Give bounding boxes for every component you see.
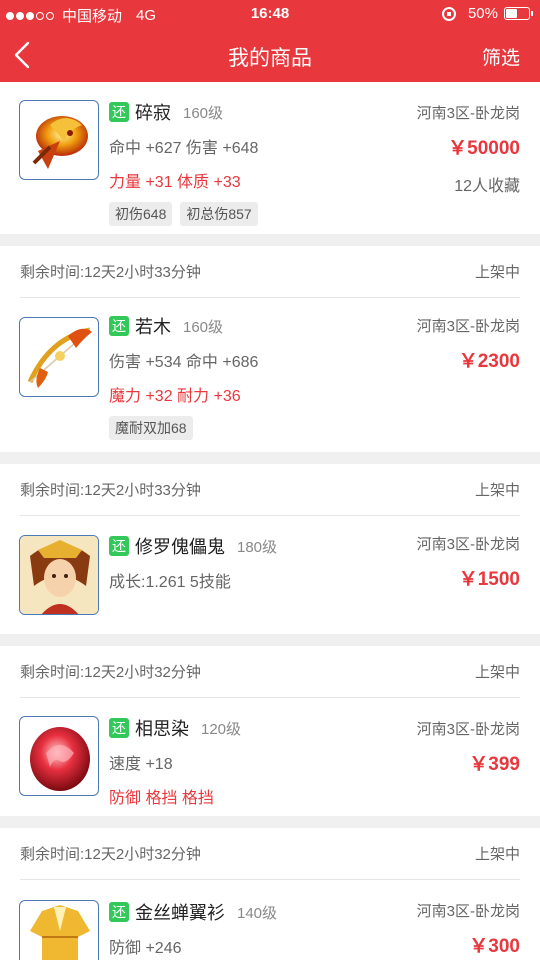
item-meta: 河南3区-卧龙岗 ￥50000 12人收藏 (417, 102, 520, 196)
remaining-time: 剩余时间:12天2小时32分钟 (20, 846, 201, 863)
battery-icon (504, 7, 533, 20)
remaining-time: 剩余时间:12天2小时32分钟 (20, 664, 201, 681)
item-tag: 魔耐双加68 (109, 416, 193, 440)
return-badge: 还 (109, 536, 129, 556)
product-card[interactable]: 还 碎寂 160级 命中 +627 伤害 +648 力量 +31 体质 +33 … (0, 82, 540, 234)
item-info: 还 修罗傀儡鬼 180级 成长:1.261 5技能 (109, 534, 277, 592)
card-header: 剩余时间:12天2小时32分钟 上架中 (20, 646, 520, 698)
card-header: 剩余时间:12天2小时32分钟 上架中 (20, 828, 520, 880)
page-title: 我的商品 (228, 47, 312, 70)
remaining-time: 剩余时间:12天2小时33分钟 (20, 482, 201, 499)
item-level: 160级 (183, 318, 224, 336)
product-card[interactable]: 剩余时间:12天2小时32分钟 上架中 还 金丝蝉翼衫 140级 防御 +246 (0, 828, 540, 960)
golden-bow-icon (19, 317, 99, 397)
item-bonus-stats: 防御 格挡 格挡 (109, 790, 214, 807)
item-stats: 命中 +627 伤害 +648 (109, 140, 259, 157)
server-label: 河南3区-卧龙岗 (416, 721, 520, 738)
listing-status: 上架中 (474, 846, 520, 863)
item-tag: 初总伤857 (180, 202, 258, 226)
item-level: 140级 (237, 904, 278, 922)
listing-status: 上架中 (474, 264, 520, 281)
item-meta: 河南3区-卧龙岗 ￥1500 (417, 533, 520, 591)
item-name: 金丝蝉翼衫 (135, 903, 225, 923)
return-badge: 还 (109, 316, 129, 336)
listing-status: 上架中 (474, 482, 520, 499)
item-level: 160级 (183, 104, 224, 122)
item-stats: 伤害 +534 命中 +686 (109, 354, 259, 371)
item-meta: 河南3区-卧龙岗 ￥399 (417, 718, 520, 776)
golden-robe-icon (19, 900, 99, 960)
item-stats: 速度 +18 (109, 756, 173, 773)
card-header: 剩余时间:12天2小时33分钟 上架中 (20, 246, 520, 298)
item-info: 还 若木 160级 伤害 +534 命中 +686 魔力 +32 耐力 +36 … (109, 314, 258, 440)
item-price: ￥399 (469, 754, 520, 775)
demon-portrait-icon (19, 535, 99, 615)
item-stats: 防御 +246 (109, 940, 182, 957)
item-name: 修罗傀儡鬼 (135, 537, 225, 557)
item-price: ￥1500 (458, 569, 520, 590)
item-level: 120级 (201, 720, 242, 738)
rotation-lock-icon (441, 6, 456, 21)
item-info: 还 金丝蝉翼衫 140级 防御 +246 (109, 900, 277, 958)
item-name: 若木 (135, 317, 171, 337)
item-bonus-stats: 力量 +31 体质 +33 (109, 174, 241, 191)
server-label: 河南3区-卧龙岗 (416, 105, 520, 122)
item-tag: 初伤648 (109, 202, 173, 226)
item-tags: 初伤648 初总伤857 (109, 202, 266, 226)
item-bonus-stats: 魔力 +32 耐力 +36 (109, 388, 241, 405)
item-info: 还 碎寂 160级 命中 +627 伤害 +648 力量 +31 体质 +33 … (109, 100, 266, 226)
listing-status: 上架中 (474, 664, 520, 681)
item-name: 碎寂 (135, 103, 171, 123)
return-badge: 还 (109, 718, 129, 738)
remaining-time: 剩余时间:12天2小时33分钟 (20, 264, 201, 281)
item-stats: 成长:1.261 5技能 (109, 574, 231, 591)
battery-percent: 50% (467, 5, 498, 22)
red-jade-icon (19, 716, 99, 796)
item-level: 180级 (237, 538, 278, 556)
battery-fill (506, 9, 517, 18)
server-label: 河南3区-卧龙岗 (416, 903, 520, 920)
dragon-fan-icon (19, 100, 99, 180)
item-name: 相思染 (135, 719, 189, 739)
nav-bar: 我的商品 筛选 (0, 28, 540, 82)
item-price: ￥2300 (458, 351, 520, 372)
item-tags: 魔耐双加68 (109, 416, 258, 440)
item-price: ￥300 (469, 936, 520, 957)
item-meta: 河南3区-卧龙岗 ￥2300 (417, 315, 520, 373)
return-badge: 还 (109, 902, 129, 922)
item-price: ￥50000 (448, 138, 520, 159)
server-label: 河南3区-卧龙岗 (416, 536, 520, 553)
return-badge: 还 (109, 102, 129, 122)
product-card[interactable]: 剩余时间:12天2小时32分钟 上架中 还 相思染 120级 速度 +18 防御… (0, 646, 540, 816)
status-right: 50% (441, 5, 533, 22)
item-meta: 河南3区-卧龙岗 ￥300 (417, 900, 520, 958)
product-card[interactable]: 剩余时间:12天2小时33分钟 上架中 还 修罗傀儡鬼 180级 成长:1.26… (0, 464, 540, 634)
server-label: 河南3区-卧龙岗 (416, 318, 520, 335)
filter-button[interactable]: 筛选 (482, 43, 520, 70)
product-list: 还 碎寂 160级 命中 +627 伤害 +648 力量 +31 体质 +33 … (0, 82, 540, 960)
status-bar: 中国移动 4G 16:48 50% (0, 0, 540, 28)
favorites-count: 12人收藏 (454, 178, 520, 195)
product-card[interactable]: 剩余时间:12天2小时33分钟 上架中 还 若木 160级 伤害 +534 命中… (0, 246, 540, 452)
item-info: 还 相思染 120级 速度 +18 防御 格挡 格挡 (109, 716, 241, 808)
card-header: 剩余时间:12天2小时33分钟 上架中 (20, 464, 520, 516)
